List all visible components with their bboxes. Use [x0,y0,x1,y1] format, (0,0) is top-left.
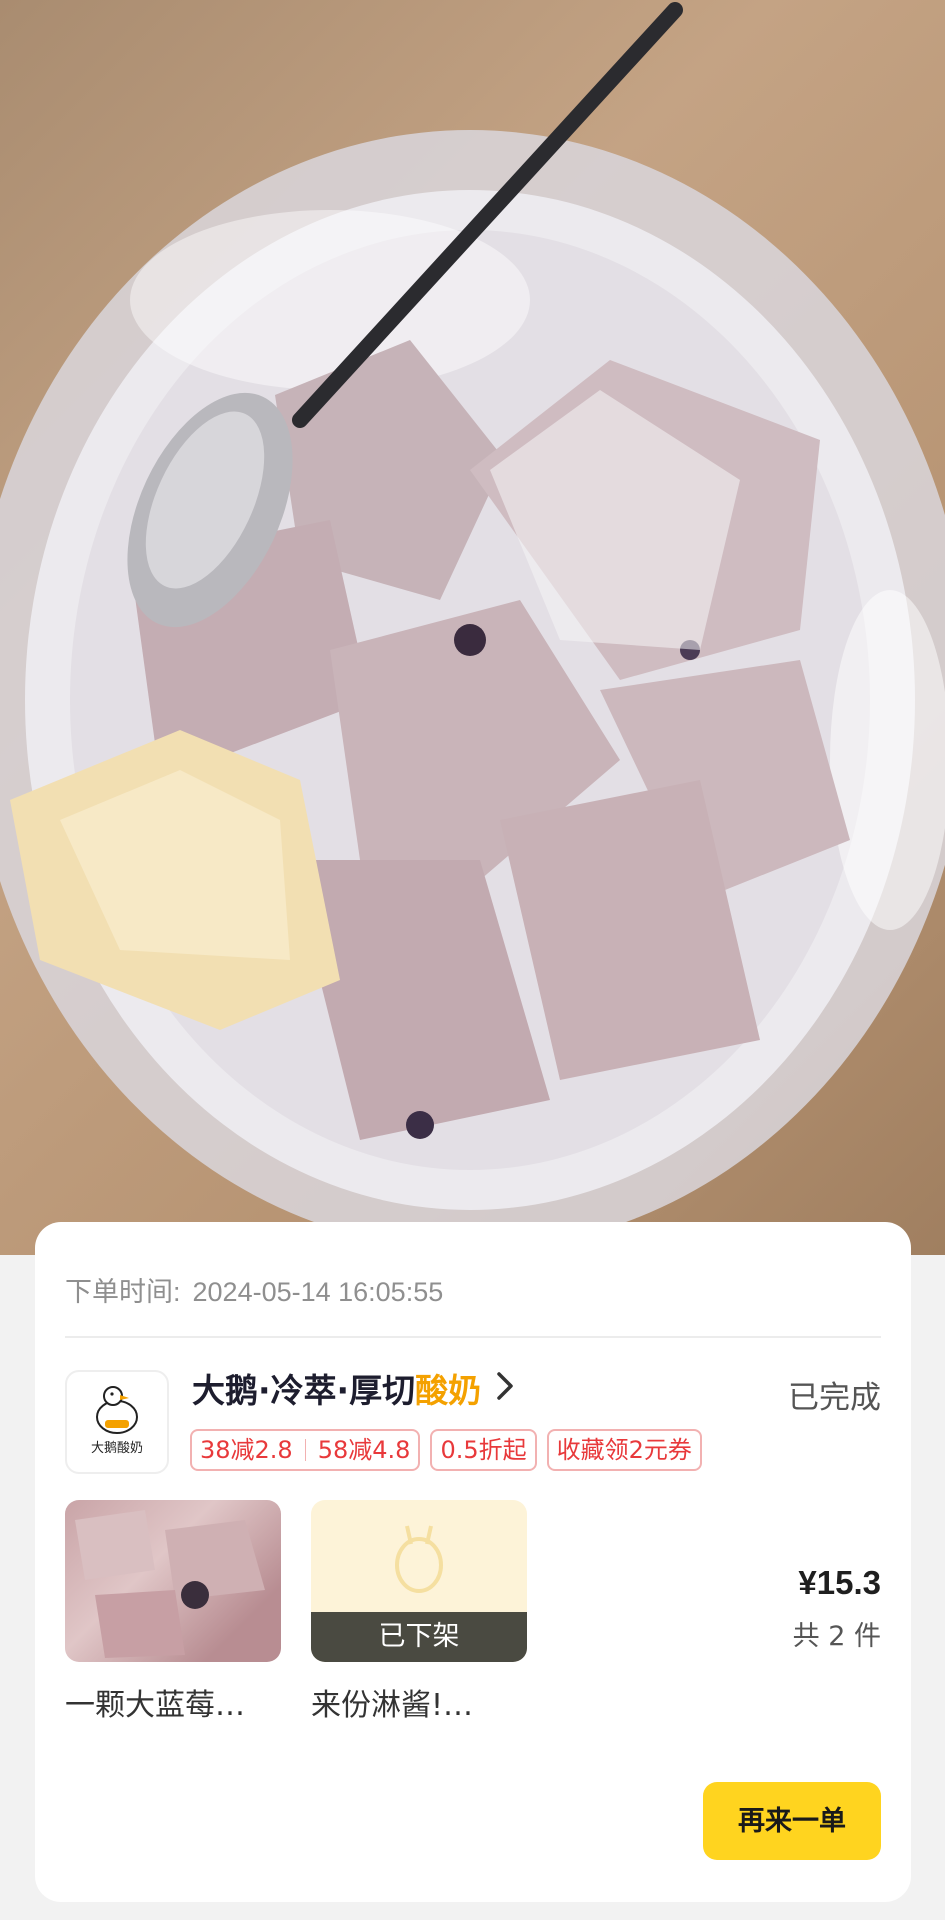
shop-name-main: 大鹅·冷萃·厚切 [192,1371,416,1410]
order-total-price: ¥15.3 [798,1564,881,1601]
item-thumbnail: 已下架 [311,1500,527,1662]
promo-tags: 38减2.8 58减4.8 0.5折起 收藏领2元券 [190,1429,702,1471]
reorder-button[interactable]: 再来一单 [703,1782,881,1860]
promo-discount-1: 38减2.8 [200,1436,293,1464]
item-name: 一颗大蓝莓… [65,1688,245,1723]
order-time: 下单时间: 2024-05-14 16:05:55 [65,1270,443,1309]
promo-discount-2: 58减4.8 [317,1436,411,1464]
order-time-label: 下单时间: [65,1277,181,1307]
divider [65,1336,881,1338]
chevron-right-icon [495,1368,515,1414]
goose-logo-icon: 大鹅酸奶 [91,1386,143,1456]
order-photo[interactable] [0,0,945,1255]
promo-tag-discount: 38减2.8 58减4.8 [190,1429,421,1471]
order-item[interactable]: 已下架 来份淋酱!… [311,1500,527,1724]
shop-name-link[interactable]: 大鹅·冷萃·厚切 酸奶 [192,1368,515,1414]
offline-badge: 已下架 [311,1612,527,1662]
order-card[interactable]: 下单时间: 2024-05-14 16:05:55 大鹅酸奶 大鹅·冷萃·厚切 酸奶… [35,1222,911,1902]
order-item[interactable]: 一颗大蓝莓… [65,1500,281,1724]
item-name: 来份淋酱!… [311,1688,474,1723]
order-item-count: 共 2 件 [792,1621,881,1652]
order-status: 已完成 [788,1380,881,1416]
shop-logo[interactable]: 大鹅酸奶 [65,1370,169,1474]
promo-tag-sale: 0.5折起 [430,1429,537,1471]
item-thumbnail [65,1500,281,1662]
order-time-value: 2024-05-14 16:05:55 [192,1277,444,1307]
yogurt-photo-illustration [0,2,945,1250]
shop-name-accent: 酸奶 [415,1371,482,1410]
promo-tag-coupon: 收藏领2元券 [546,1429,702,1471]
logo-text: 大鹅酸奶 [91,1440,143,1456]
promo-separator [304,1439,306,1461]
